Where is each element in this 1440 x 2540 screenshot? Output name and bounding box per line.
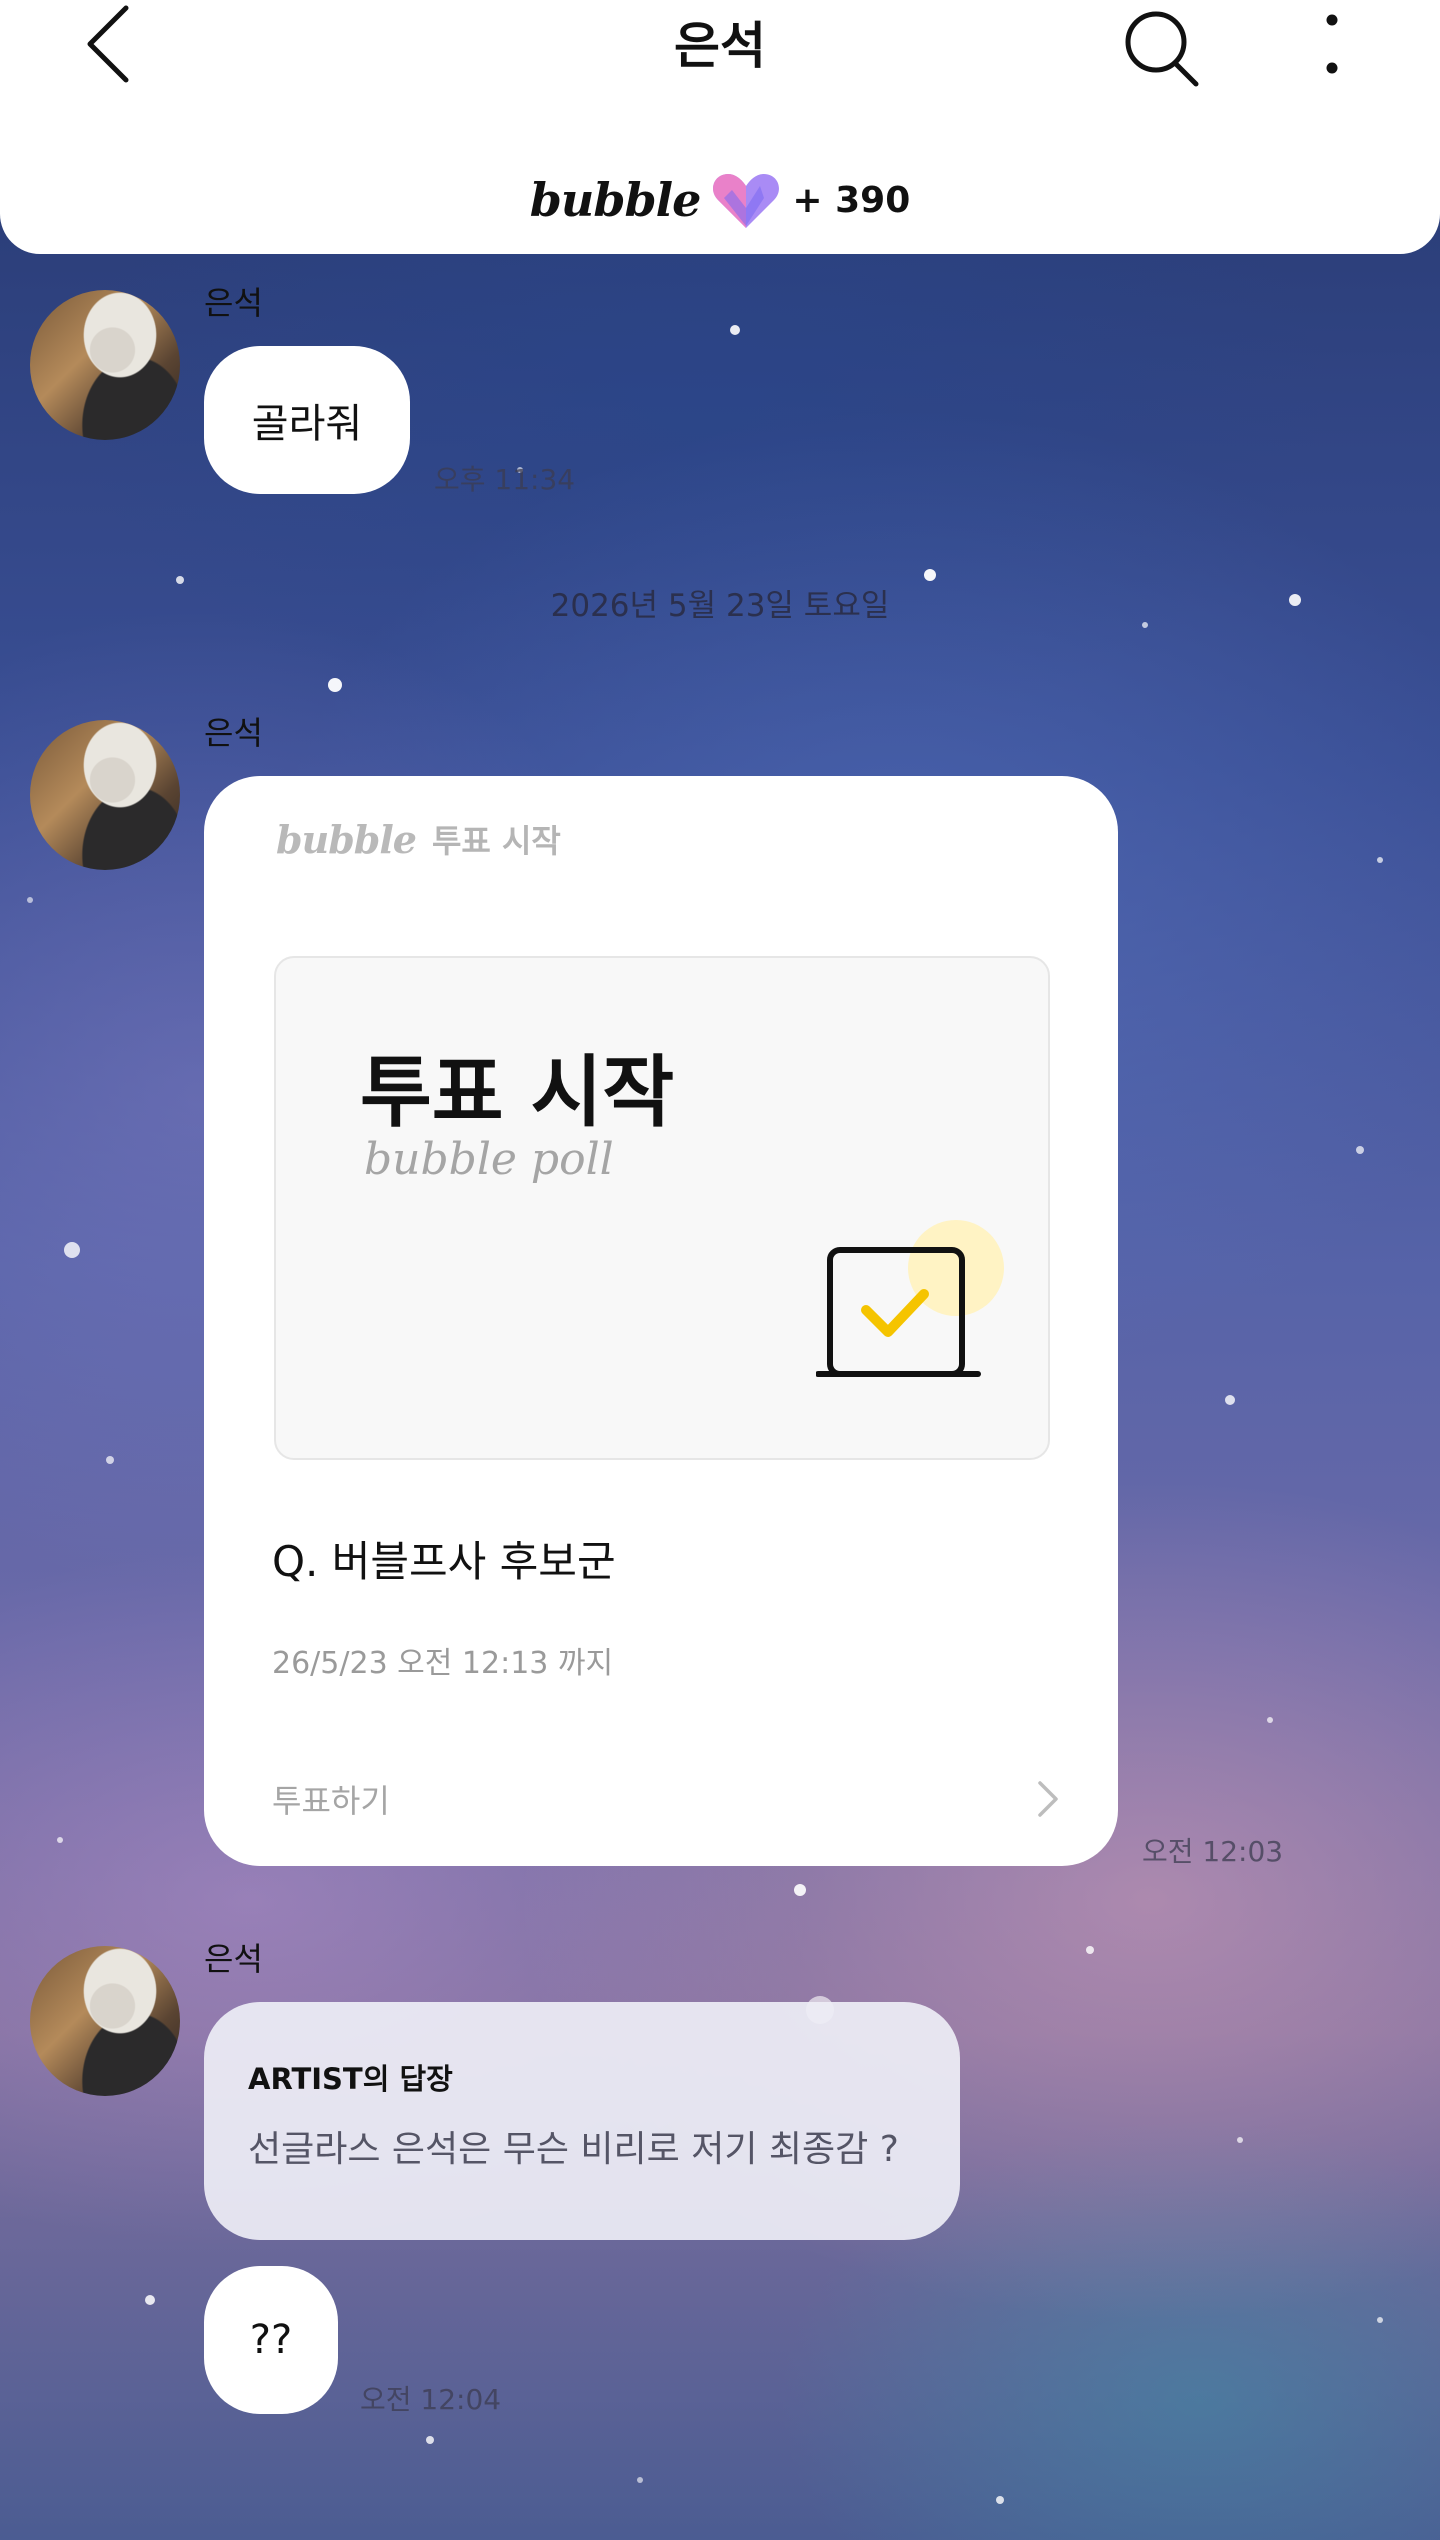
poll-banner: 투표 시작 bubble poll xyxy=(274,956,1050,1460)
vote-button-label: 투표하기 xyxy=(272,1782,390,1820)
avatar[interactable] xyxy=(30,1946,180,2096)
poll-brand-logo: bubble xyxy=(276,816,417,862)
message-bubble[interactable]: ?? xyxy=(204,2266,338,2414)
poll-banner-subtitle: bubble poll xyxy=(364,1134,614,1185)
message-time: 오후 11:34 xyxy=(434,463,576,496)
poll-card-header: bubble 투표 시작 xyxy=(276,816,561,862)
vote-button[interactable]: 투표하기 xyxy=(272,1774,1062,1824)
message-text: ?? xyxy=(249,2317,293,2363)
chevron-right-icon xyxy=(1038,1781,1058,1817)
poll-card[interactable]: bubble 투표 시작 투표 시작 bubble poll Q. 버블프사 후… xyxy=(204,776,1118,1866)
poll-header-label: 투표 시작 xyxy=(431,822,561,860)
sender-name: 은석 xyxy=(204,714,263,752)
chat-header: 은석 bubble + 390 xyxy=(0,0,1440,254)
bubble-logo: bubble xyxy=(529,173,702,227)
poll-deadline: 26/5/23 오전 12:13 까지 xyxy=(272,1646,614,1681)
sender-name: 은석 xyxy=(204,284,263,322)
search-icon xyxy=(1125,11,1199,87)
sender-name: 은석 xyxy=(204,1940,263,1978)
message-text: 골라줘 xyxy=(251,401,363,447)
message-bubble[interactable]: 골라줘 xyxy=(204,346,410,494)
bubble-count-row: bubble + 390 xyxy=(0,165,1440,235)
search-button[interactable] xyxy=(1120,4,1204,88)
more-options-button[interactable] xyxy=(1312,8,1352,88)
avatar[interactable] xyxy=(30,290,180,440)
chat-title: 은석 xyxy=(674,17,766,75)
reply-label: ARTIST의 답장 xyxy=(248,2062,453,2096)
artist-reply-card[interactable]: ARTIST의 답장 선글라스 은석은 무슨 비리로 저기 최종감 ? xyxy=(204,2002,960,2240)
heart-icon xyxy=(713,174,780,228)
avatar[interactable] xyxy=(30,720,180,870)
message-time: 오전 12:04 xyxy=(360,2383,502,2416)
ballot-box-icon xyxy=(816,1220,1004,1377)
reply-quoted-text: 선글라스 은석은 무슨 비리로 저기 최종감 ? xyxy=(248,2129,899,2170)
date-divider: 2026년 5월 23일 토요일 xyxy=(550,588,890,624)
poll-banner-title: 투표 시작 xyxy=(360,1048,675,1138)
poll-question: Q. 버블프사 후보군 xyxy=(272,1537,616,1586)
message-time: 오전 12:03 xyxy=(1142,1835,1284,1868)
more-vertical-icon xyxy=(1326,14,1338,74)
bubble-count: + 390 xyxy=(792,179,911,221)
